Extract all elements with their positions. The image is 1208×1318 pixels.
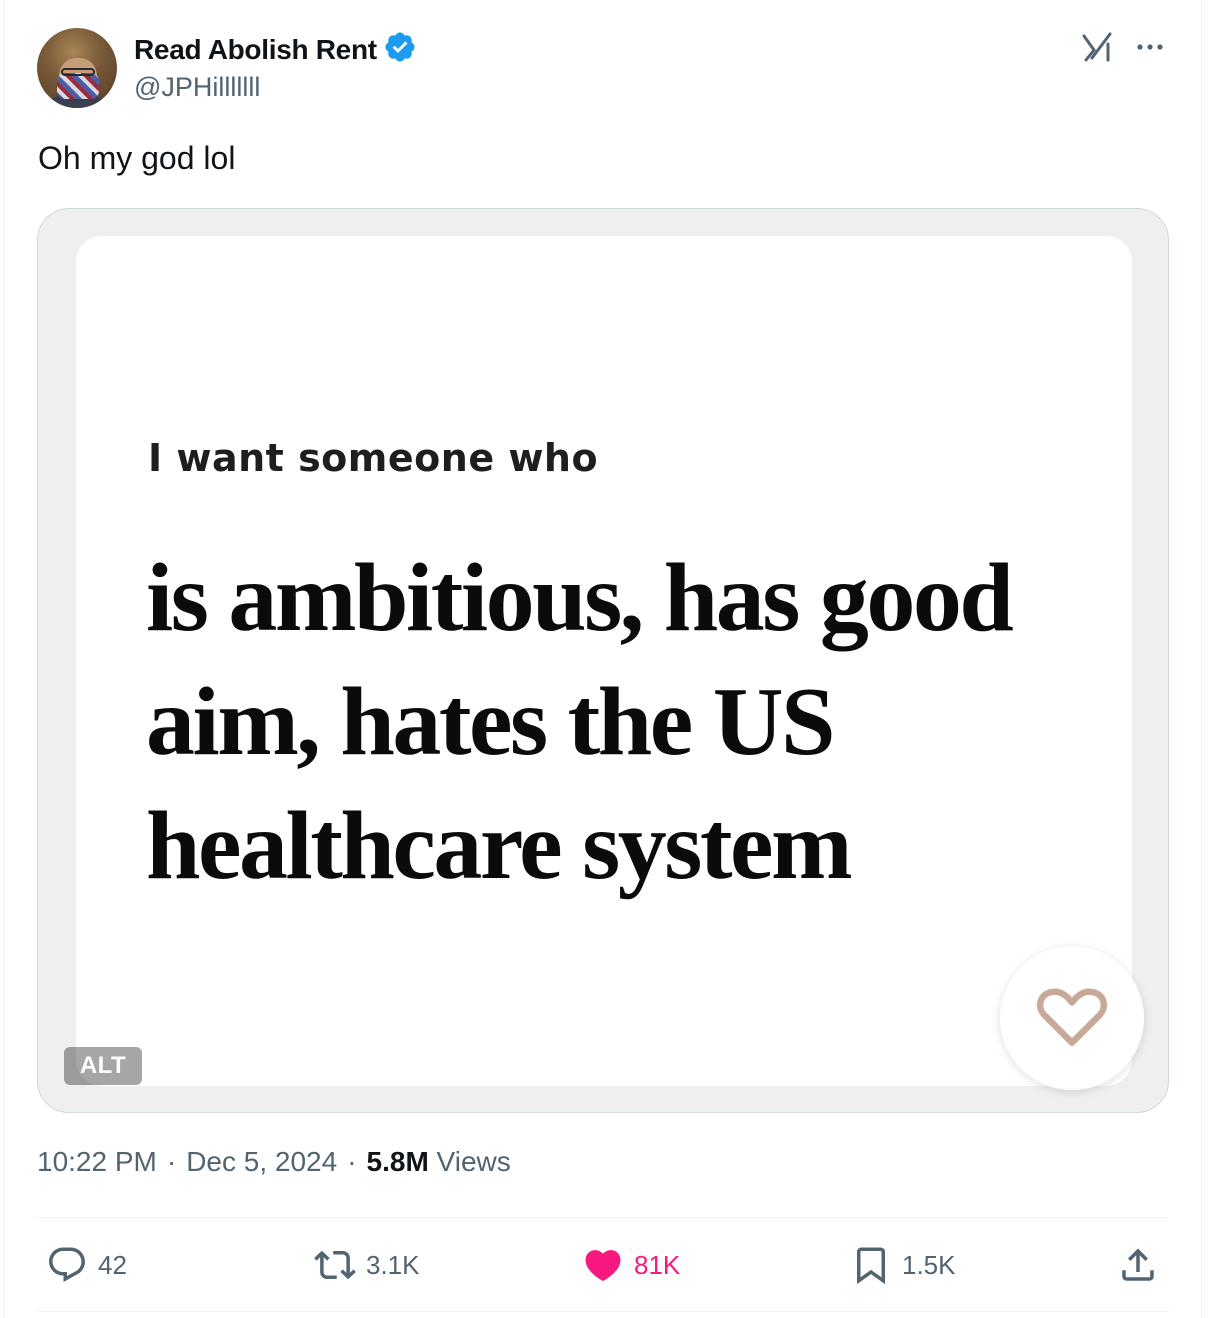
tweet-meta: 10:22 PM · Dec 5, 2024 · 5.8M Views — [37, 1146, 511, 1178]
tweet-date[interactable]: Dec 5, 2024 — [186, 1146, 337, 1178]
media-card: I want someone who is ambitious, has goo… — [76, 236, 1144, 1090]
tweet-media-image[interactable]: I want someone who is ambitious, has goo… — [37, 208, 1169, 1113]
bookmark-button[interactable]: 1.5K — [850, 1244, 956, 1286]
meta-separator: · — [347, 1146, 357, 1177]
grok-icon[interactable] — [1080, 30, 1114, 64]
heart-outline-icon — [1037, 988, 1107, 1046]
reply-button[interactable]: 42 — [46, 1244, 127, 1286]
avatar-mask — [57, 73, 99, 99]
bookmark-count: 1.5K — [902, 1249, 956, 1280]
reply-icon — [49, 1247, 85, 1282]
bookmark-icon — [857, 1247, 885, 1285]
media-headline-text: is ambitious, has good aim, hates the US… — [146, 544, 1014, 900]
frame-border-right — [1201, 0, 1202, 1318]
share-button[interactable] — [1117, 1244, 1159, 1286]
like-heart-icon — [585, 1250, 621, 1282]
tweet-text: Oh my god lol — [38, 140, 236, 176]
author-name-row: Read Abolish Rent — [134, 30, 417, 69]
more-options-icon[interactable] — [1134, 30, 1166, 62]
views-count: 5.8M — [366, 1146, 429, 1177]
tweet-time[interactable]: 10:22 PM — [37, 1146, 157, 1178]
author-handle[interactable]: @JPHilllllll — [134, 72, 260, 103]
meta-separator: · — [166, 1146, 177, 1177]
repost-count: 3.1K — [366, 1249, 420, 1280]
avatar[interactable] — [37, 28, 117, 108]
like-button[interactable]: 81K — [582, 1244, 680, 1286]
repost-icon — [314, 1250, 356, 1280]
verified-badge-icon — [383, 30, 417, 69]
reply-count: 42 — [98, 1249, 127, 1280]
views-label: Views — [436, 1146, 511, 1177]
author-display-name[interactable]: Read Abolish Rent — [134, 34, 377, 66]
frame-border-left — [4, 0, 5, 1318]
like-count: 81K — [634, 1249, 681, 1280]
media-heart-button — [1000, 946, 1144, 1090]
actions-divider-bottom — [37, 1311, 1169, 1312]
actions-divider-top — [37, 1217, 1169, 1218]
avatar-glasses — [61, 68, 95, 76]
share-icon — [1122, 1248, 1154, 1281]
media-lead-text: I want someone who — [148, 436, 599, 480]
alt-badge[interactable]: ALT — [64, 1047, 142, 1085]
repost-button[interactable]: 3.1K — [314, 1244, 420, 1286]
